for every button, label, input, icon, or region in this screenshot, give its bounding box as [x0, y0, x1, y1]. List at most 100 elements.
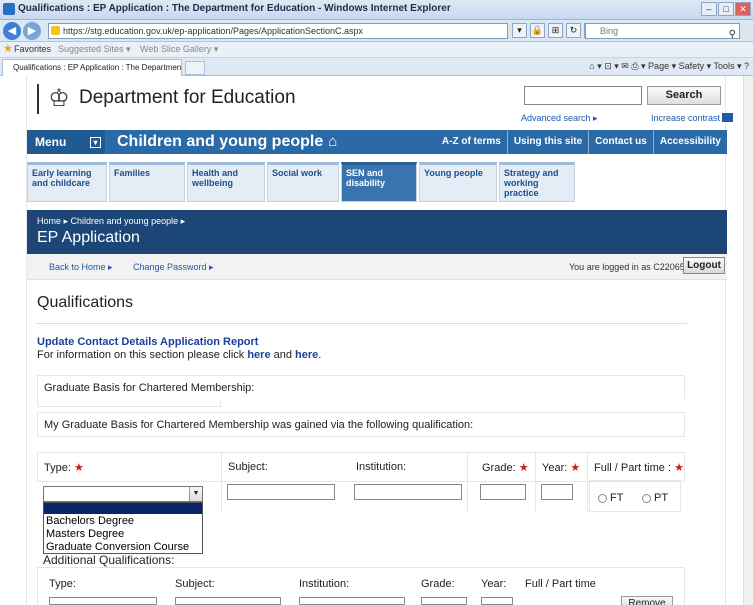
- required-icon: ★: [674, 462, 684, 474]
- az-terms-link[interactable]: A-Z of terms: [436, 130, 507, 154]
- new-tab-button[interactable]: [185, 61, 205, 75]
- option-bachelors[interactable]: Bachelors Degree: [46, 515, 134, 527]
- divider: [37, 323, 687, 324]
- logout-button[interactable]: Logout: [683, 257, 725, 274]
- browser-search-input[interactable]: Bing ⚲: [585, 23, 740, 42]
- url-input[interactable]: https://stg.education.gov.uk/ep-applicat…: [48, 23, 508, 39]
- contrast-icon: [722, 113, 734, 122]
- via-text: My Graduate Basis for Chartered Membersh…: [44, 419, 474, 431]
- maximize-icon[interactable]: □: [718, 2, 734, 16]
- using-site-link[interactable]: Using this site: [506, 130, 588, 154]
- subtab-label: Social work: [272, 168, 323, 178]
- section-title[interactable]: Children and young people ⌂: [117, 132, 337, 152]
- subtab-early-learning[interactable]: Early learning and childcare: [27, 162, 107, 202]
- web-slice-gallery-link[interactable]: Web Slice Gallery ▾: [140, 42, 218, 57]
- here-link-2[interactable]: here: [295, 349, 318, 361]
- subtab-label: Health and: [192, 168, 239, 178]
- col-grade-label: Grade:: [482, 462, 516, 474]
- year-input[interactable]: [541, 484, 573, 500]
- section-heading: Qualifications: [37, 294, 134, 311]
- update-contact-report-link[interactable]: Update Contact Details Application Repor…: [37, 336, 258, 348]
- forward-arrow-icon[interactable]: ▶: [23, 22, 41, 40]
- advanced-search-link[interactable]: Advanced search ▸: [521, 113, 598, 124]
- add-subject-input[interactable]: [175, 597, 281, 605]
- column-divider: [535, 452, 536, 512]
- add-year-input[interactable]: [481, 597, 513, 605]
- window-title: Qualifications : EP Application : The De…: [18, 3, 451, 14]
- dropdown-icon[interactable]: ▾: [512, 23, 527, 38]
- radio-ft[interactable]: [598, 494, 607, 503]
- main-navigation: Menu ▾ Children and young people ⌂ A-Z of…: [27, 130, 727, 154]
- subtab-families[interactable]: Families: [109, 162, 185, 202]
- dropdown-empty-option[interactable]: [44, 503, 202, 514]
- option-conversion[interactable]: Graduate Conversion Course: [46, 541, 189, 553]
- suggested-sites-link[interactable]: Suggested Sites ▾: [58, 42, 131, 57]
- option-masters[interactable]: Masters Degree: [46, 528, 124, 540]
- gbcm-panel: Graduate Basis for Chartered Membership:: [37, 375, 685, 399]
- here-link-1[interactable]: here: [247, 349, 270, 361]
- back-arrow-icon[interactable]: ◀: [3, 22, 21, 40]
- col-fullpart: Full / Part time : ★: [594, 461, 684, 474]
- command-bar[interactable]: ⌂ ▾ ⊡ ▾ ✉ ⎙ ▾ Page ▾ Safety ▾ Tools ▾ ?: [589, 61, 749, 72]
- add-institution-input[interactable]: [299, 597, 405, 605]
- gbcm-title: Graduate Basis for Chartered Membership:: [44, 382, 255, 394]
- chevron-down-icon[interactable]: ▼: [189, 487, 202, 501]
- browser-tab-active[interactable]: Qualifications : EP Application : The De…: [2, 59, 182, 76]
- required-icon: ★: [570, 462, 581, 474]
- add-col-subject: Subject:: [175, 578, 215, 590]
- column-divider: [467, 452, 468, 512]
- column-divider: [221, 452, 222, 512]
- page-banner: Home ▸ Children and young people ▸ EP Ap…: [27, 210, 727, 254]
- contact-us-link[interactable]: Contact us: [588, 130, 653, 154]
- department-title[interactable]: Department for Education: [79, 87, 296, 109]
- subtab-label: practice: [504, 188, 539, 198]
- back-to-home-link[interactable]: Back to Home ▸: [49, 262, 113, 273]
- star-icon[interactable]: ★: [3, 44, 13, 55]
- magnifier-icon[interactable]: ⚲: [729, 28, 736, 42]
- subtab-strategy[interactable]: Strategy and working practice: [499, 162, 575, 202]
- web-page: ♔ Department for Education Search Advanc…: [26, 76, 734, 605]
- subject-input[interactable]: [227, 484, 335, 500]
- grade-input[interactable]: [480, 484, 526, 500]
- lock-icon[interactable]: 🔒: [530, 23, 545, 38]
- logo-divider: [37, 84, 39, 114]
- type-select[interactable]: ▼: [43, 486, 203, 502]
- accessibility-link[interactable]: Accessibility: [652, 130, 727, 154]
- col-institution: Institution:: [356, 461, 407, 473]
- user-bar: Back to Home ▸ Change Password ▸ You are…: [27, 254, 727, 280]
- vertical-scrollbar[interactable]: [743, 76, 753, 605]
- favorites-button[interactable]: Favorites: [14, 42, 51, 57]
- add-col-grade: Grade:: [421, 578, 455, 590]
- subtab-social-work[interactable]: Social work: [267, 162, 339, 202]
- required-icon: ★: [73, 462, 84, 474]
- add-grade-input[interactable]: [421, 597, 467, 605]
- section-title-text: Children and young people: [117, 133, 324, 150]
- subtab-health[interactable]: Health and wellbeing: [187, 162, 265, 202]
- page-title: EP Application: [37, 229, 140, 246]
- close-icon[interactable]: ✕: [735, 2, 751, 16]
- menu-button[interactable]: Menu ▾: [27, 130, 105, 154]
- subtab-sen-disability[interactable]: SEN and disability: [341, 162, 417, 202]
- refresh-icon[interactable]: ↻: [566, 23, 581, 38]
- logged-in-status: You are logged in as C22065: [569, 262, 685, 272]
- institution-input[interactable]: [354, 484, 462, 500]
- radio-pt[interactable]: [642, 494, 651, 503]
- breadcrumb[interactable]: Home ▸ Children and young people ▸: [37, 216, 185, 227]
- subtab-label: Families: [114, 168, 151, 178]
- col-subject: Subject:: [228, 461, 268, 473]
- compat-icon[interactable]: ⊞: [548, 23, 563, 38]
- site-search-input[interactable]: [524, 86, 642, 105]
- site-search-button[interactable]: Search: [647, 86, 721, 105]
- increase-contrast-link[interactable]: Increase contrast: [651, 113, 734, 123]
- increase-contrast-label: Increase contrast: [651, 113, 721, 123]
- url-text: https://stg.education.gov.uk/ep-applicat…: [63, 26, 364, 36]
- add-type-select[interactable]: [49, 597, 157, 605]
- browser-search-placeholder: Bing: [600, 26, 619, 36]
- change-password-link[interactable]: Change Password ▸: [133, 262, 214, 273]
- utility-links: A-Z of terms Using this site Contact us …: [436, 130, 727, 154]
- add-col-fullpart: Full / Part time: [525, 578, 596, 590]
- subtab-label: wellbeing: [192, 178, 234, 188]
- remove-button[interactable]: Remove: [621, 596, 673, 605]
- minimize-icon[interactable]: –: [701, 2, 717, 16]
- subtab-young-people[interactable]: Young people: [419, 162, 497, 202]
